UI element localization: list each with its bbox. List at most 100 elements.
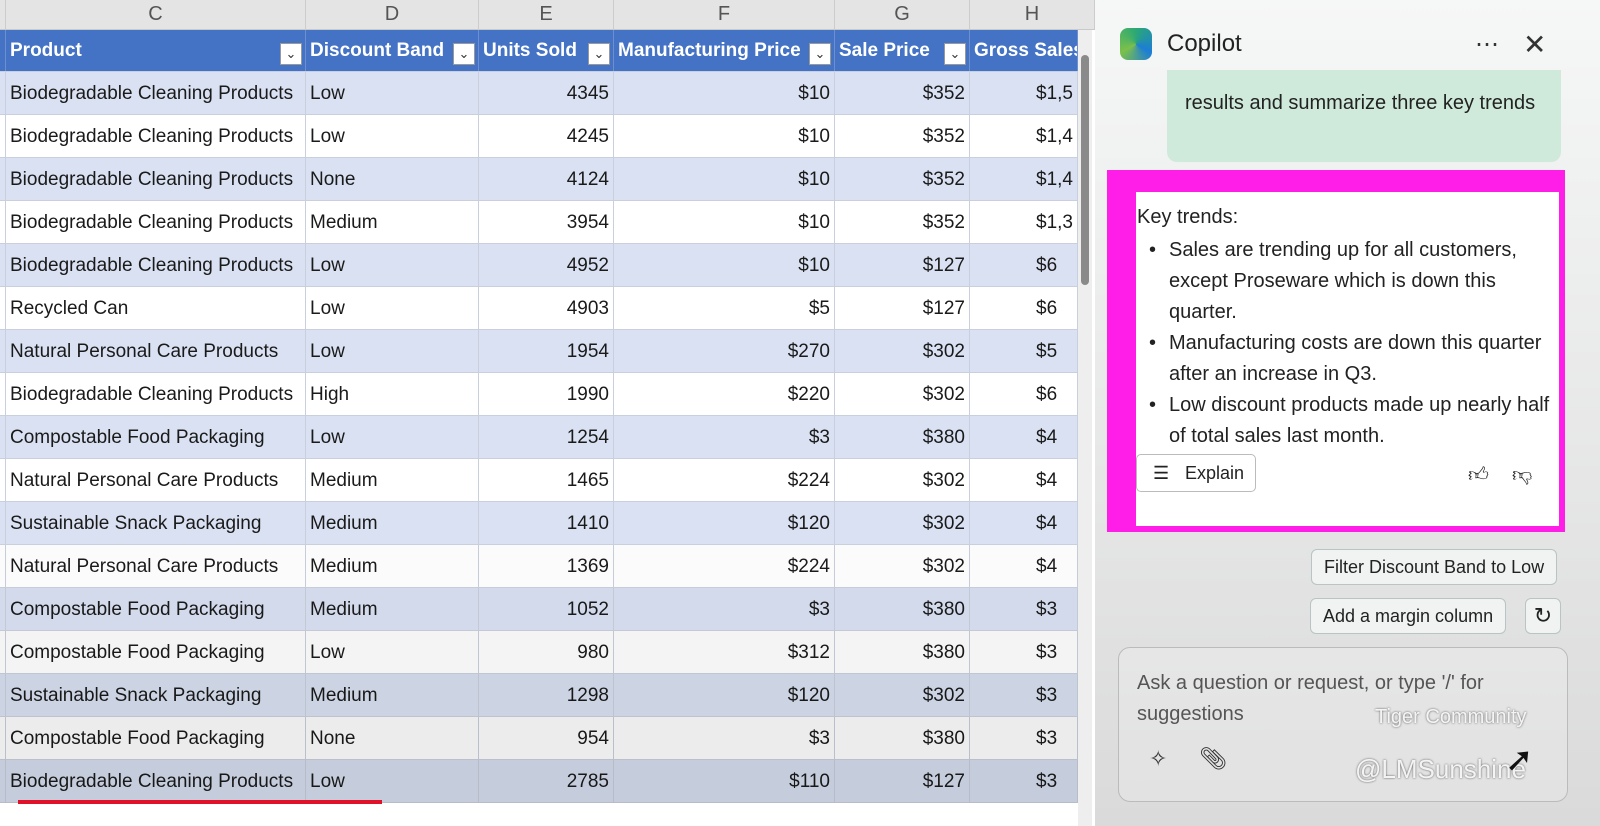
- cell-discount-band[interactable]: Low: [306, 72, 479, 114]
- cell-gross-sales[interactable]: $1,3: [970, 201, 1078, 243]
- cell-product[interactable]: Compostable Food Packaging: [6, 717, 306, 759]
- cell-product[interactable]: Biodegradable Cleaning Products: [6, 760, 306, 802]
- cell-units-sold[interactable]: 2785: [479, 760, 614, 802]
- cell-manufacturing-price[interactable]: $5: [614, 287, 835, 329]
- cell-units-sold[interactable]: 1410: [479, 502, 614, 544]
- filter-dropdown-icon[interactable]: ⌄: [280, 43, 302, 65]
- cell-sale-price[interactable]: $127: [835, 244, 970, 286]
- cell-gross-sales[interactable]: $3: [970, 674, 1078, 716]
- cell-product[interactable]: Recycled Can: [6, 287, 306, 329]
- cell-units-sold[interactable]: 4952: [479, 244, 614, 286]
- cell-discount-band[interactable]: Low: [306, 244, 479, 286]
- cell-units-sold[interactable]: 980: [479, 631, 614, 673]
- vertical-scrollbar[interactable]: [1078, 30, 1092, 826]
- cell-sale-price[interactable]: $352: [835, 115, 970, 157]
- cell-units-sold[interactable]: 3954: [479, 201, 614, 243]
- cell-sale-price[interactable]: $380: [835, 717, 970, 759]
- cell-gross-sales[interactable]: $4: [970, 459, 1078, 501]
- cell-discount-band[interactable]: Low: [306, 760, 479, 802]
- cell-sale-price[interactable]: $380: [835, 631, 970, 673]
- cell-product[interactable]: Natural Personal Care Products: [6, 545, 306, 587]
- column-header-f[interactable]: F: [614, 0, 835, 29]
- cell-product[interactable]: Sustainable Snack Packaging: [6, 502, 306, 544]
- cell-discount-band[interactable]: None: [306, 717, 479, 759]
- cell-gross-sales[interactable]: $4: [970, 502, 1078, 544]
- cell-product[interactable]: Biodegradable Cleaning Products: [6, 158, 306, 200]
- cell-product[interactable]: Natural Personal Care Products: [6, 330, 306, 372]
- cell-discount-band[interactable]: Medium: [306, 459, 479, 501]
- cell-units-sold[interactable]: 954: [479, 717, 614, 759]
- cell-gross-sales[interactable]: $6: [970, 244, 1078, 286]
- cell-discount-band[interactable]: Low: [306, 330, 479, 372]
- cell-gross-sales[interactable]: $5: [970, 330, 1078, 372]
- cell-gross-sales[interactable]: $4: [970, 545, 1078, 587]
- cell-manufacturing-price[interactable]: $3: [614, 416, 835, 458]
- cell-product[interactable]: Biodegradable Cleaning Products: [6, 72, 306, 114]
- filter-dropdown-icon[interactable]: ⌄: [809, 43, 831, 65]
- cell-units-sold[interactable]: 4903: [479, 287, 614, 329]
- cell-manufacturing-price[interactable]: $110: [614, 760, 835, 802]
- cell-manufacturing-price[interactable]: $120: [614, 674, 835, 716]
- cell-units-sold[interactable]: 1052: [479, 588, 614, 630]
- cell-product[interactable]: Biodegradable Cleaning Products: [6, 201, 306, 243]
- cell-discount-band[interactable]: None: [306, 158, 479, 200]
- thumbs-down-icon[interactable]: 👎︎: [1512, 460, 1532, 491]
- cell-manufacturing-price[interactable]: $10: [614, 201, 835, 243]
- sparkle-icon[interactable]: ✧: [1149, 743, 1167, 774]
- cell-discount-band[interactable]: Medium: [306, 545, 479, 587]
- cell-gross-sales[interactable]: $3: [970, 631, 1078, 673]
- cell-discount-band[interactable]: Medium: [306, 588, 479, 630]
- cell-manufacturing-price[interactable]: $10: [614, 115, 835, 157]
- cell-gross-sales[interactable]: $1,5: [970, 72, 1078, 114]
- cell-manufacturing-price[interactable]: $312: [614, 631, 835, 673]
- cell-manufacturing-price[interactable]: $10: [614, 244, 835, 286]
- cell-sale-price[interactable]: $302: [835, 674, 970, 716]
- cell-manufacturing-price[interactable]: $3: [614, 588, 835, 630]
- cell-discount-band[interactable]: Medium: [306, 502, 479, 544]
- filter-dropdown-icon[interactable]: ⌄: [453, 43, 475, 65]
- cell-units-sold[interactable]: 4124: [479, 158, 614, 200]
- cell-manufacturing-price[interactable]: $10: [614, 158, 835, 200]
- cell-product[interactable]: Compostable Food Packaging: [6, 631, 306, 673]
- column-header-h[interactable]: H: [970, 0, 1095, 29]
- cell-manufacturing-price[interactable]: $224: [614, 545, 835, 587]
- cell-product[interactable]: Biodegradable Cleaning Products: [6, 244, 306, 286]
- cell-manufacturing-price[interactable]: $224: [614, 459, 835, 501]
- cell-sale-price[interactable]: $352: [835, 201, 970, 243]
- cell-product[interactable]: Natural Personal Care Products: [6, 459, 306, 501]
- cell-discount-band[interactable]: Medium: [306, 201, 479, 243]
- close-icon[interactable]: ✕: [1523, 28, 1546, 61]
- cell-product[interactable]: Sustainable Snack Packaging: [6, 674, 306, 716]
- cell-gross-sales[interactable]: $3: [970, 588, 1078, 630]
- cell-gross-sales[interactable]: $6: [970, 373, 1078, 415]
- explain-button[interactable]: ☰ Explain: [1136, 454, 1256, 492]
- cell-sale-price[interactable]: $380: [835, 416, 970, 458]
- cell-sale-price[interactable]: $302: [835, 502, 970, 544]
- cell-units-sold[interactable]: 4345: [479, 72, 614, 114]
- cell-units-sold[interactable]: 1990: [479, 373, 614, 415]
- cell-sale-price[interactable]: $302: [835, 545, 970, 587]
- filter-dropdown-icon[interactable]: ⌄: [944, 43, 966, 65]
- cell-sale-price[interactable]: $302: [835, 459, 970, 501]
- filter-dropdown-icon[interactable]: ⌄: [588, 43, 610, 65]
- scrollbar-thumb[interactable]: [1081, 55, 1089, 285]
- cell-discount-band[interactable]: Medium: [306, 674, 479, 716]
- suggestion-margin-button[interactable]: Add a margin column: [1310, 598, 1507, 634]
- cell-manufacturing-price[interactable]: $3: [614, 717, 835, 759]
- cell-units-sold[interactable]: 1369: [479, 545, 614, 587]
- refresh-icon[interactable]: ↻: [1525, 598, 1561, 634]
- cell-sale-price[interactable]: $302: [835, 330, 970, 372]
- cell-sale-price[interactable]: $352: [835, 72, 970, 114]
- cell-product[interactable]: Compostable Food Packaging: [6, 588, 306, 630]
- cell-discount-band[interactable]: Low: [306, 287, 479, 329]
- cell-units-sold[interactable]: 1298: [479, 674, 614, 716]
- cell-manufacturing-price[interactable]: $270: [614, 330, 835, 372]
- cell-discount-band[interactable]: High: [306, 373, 479, 415]
- cell-gross-sales[interactable]: $1,4: [970, 115, 1078, 157]
- cell-product[interactable]: Biodegradable Cleaning Products: [6, 115, 306, 157]
- cell-units-sold[interactable]: 1954: [479, 330, 614, 372]
- cell-gross-sales[interactable]: $1,4: [970, 158, 1078, 200]
- cell-gross-sales[interactable]: $6: [970, 287, 1078, 329]
- cell-gross-sales[interactable]: $3: [970, 760, 1078, 802]
- more-options-icon[interactable]: ⋯: [1475, 30, 1499, 59]
